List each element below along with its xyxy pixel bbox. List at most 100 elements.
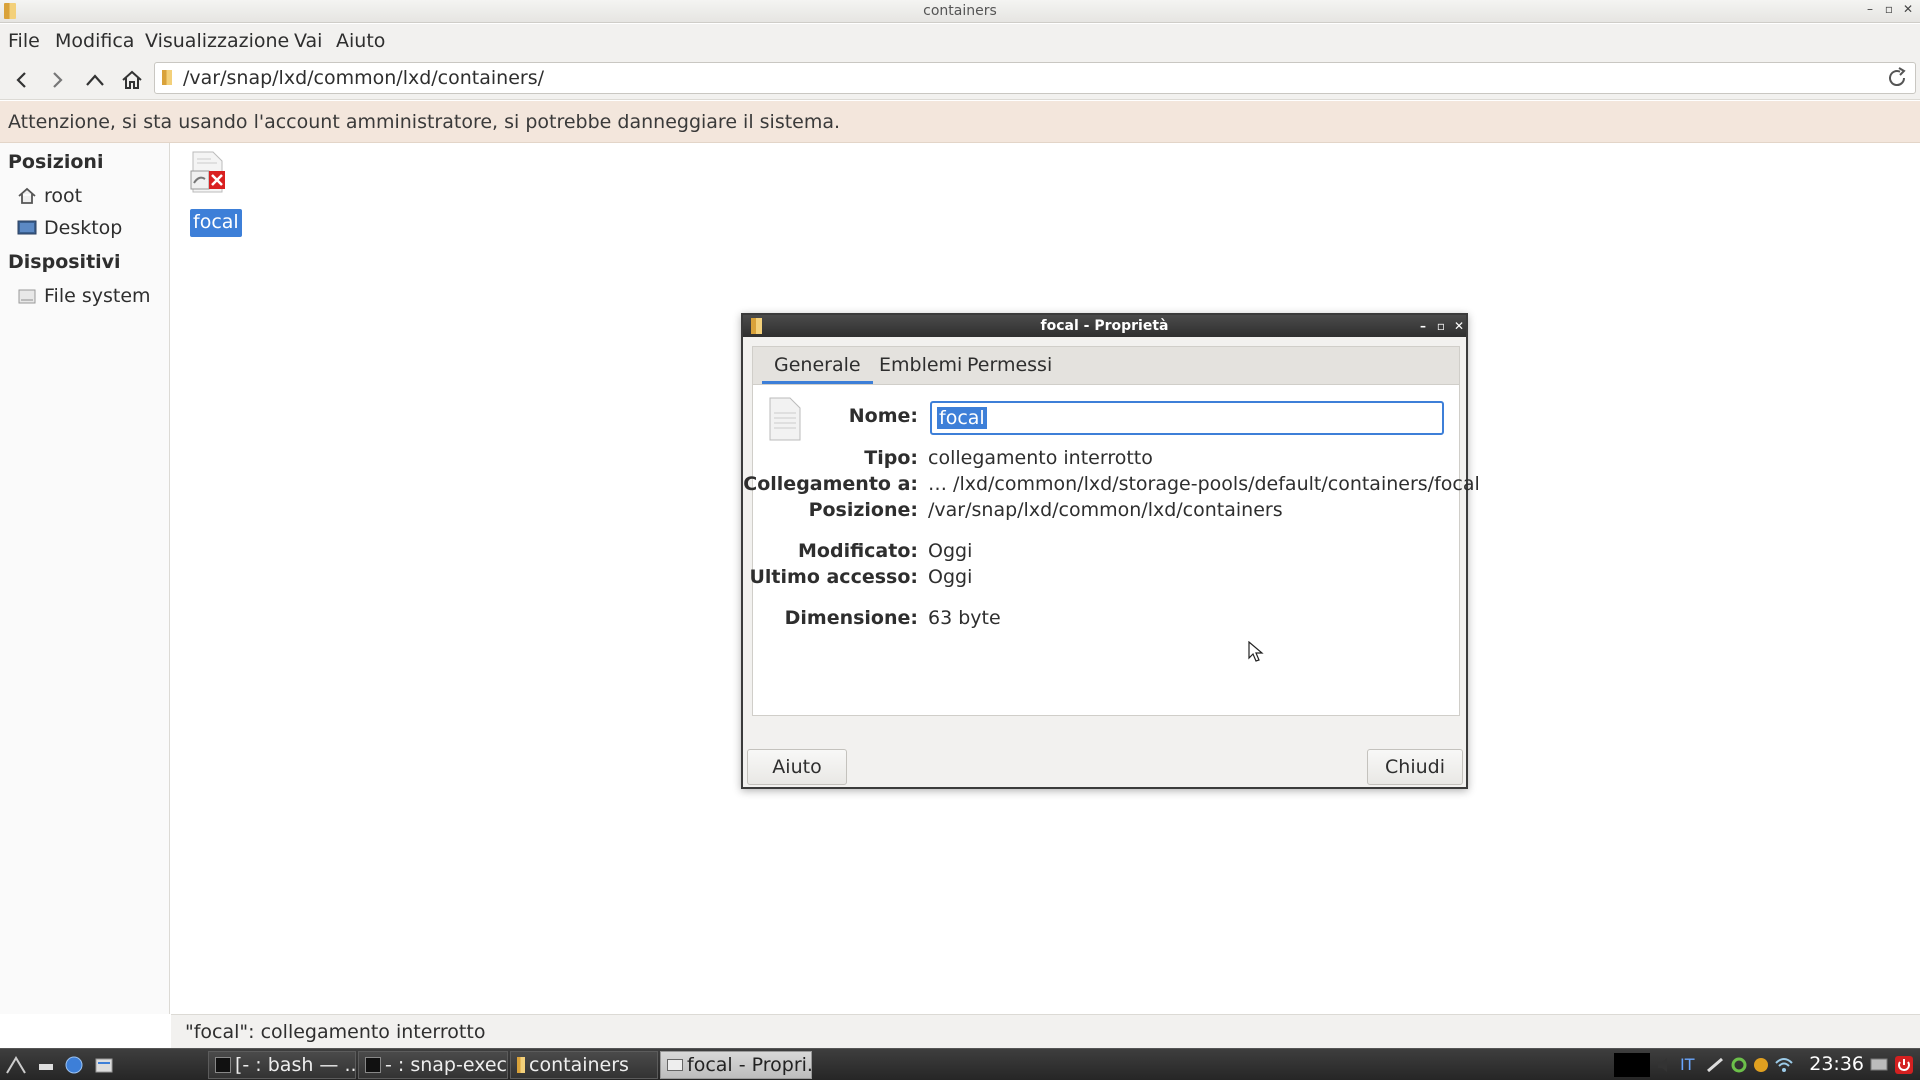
dialog-titlebar: focal - Proprietà – ▫ ✕ — [743, 315, 1466, 337]
show-desktop-icon[interactable] — [36, 1056, 56, 1074]
location-label: Posizione: — [808, 499, 918, 521]
sidebar-places-header: Posizioni — [8, 151, 104, 173]
close-icon[interactable]: ✕ — [1900, 2, 1916, 16]
back-button[interactable] — [8, 66, 36, 94]
chevron-left-icon — [16, 72, 26, 88]
clock[interactable]: 23:36 — [1809, 1053, 1864, 1075]
task-label: - : snap-exec... — [385, 1054, 507, 1076]
drive-icon — [16, 285, 38, 307]
task-label: containers — [529, 1054, 629, 1076]
menu-file[interactable]: File — [8, 30, 40, 52]
reload-icon[interactable] — [1885, 66, 1909, 90]
type-label: Tipo: — [864, 447, 918, 469]
folder-icon — [751, 318, 762, 334]
task-label: [- : bash — ... — [235, 1054, 356, 1076]
location-bar[interactable]: /var/snap/lxd/common/lxd/containers/ — [154, 62, 1916, 94]
window-titlebar: containers – ▫ ✕ — [0, 0, 1920, 23]
minimize-icon[interactable]: – — [1416, 315, 1430, 337]
link-target-value: … /lxd/common/lxd/storage-pools/default/… — [928, 473, 1480, 495]
sync-icon[interactable] — [1730, 1055, 1748, 1075]
link-target-label: Collegamento a: — [743, 473, 918, 495]
chevron-up-icon — [86, 74, 104, 86]
last-access-value: Oggi — [928, 566, 973, 588]
app-menu-icon[interactable] — [6, 1056, 26, 1074]
last-access-label: Ultimo accesso: — [749, 566, 918, 588]
keyboard-layout[interactable]: IT — [1680, 1055, 1695, 1075]
chevron-right-icon — [53, 72, 63, 88]
broken-link-icon — [190, 151, 225, 193]
file-manager-icon[interactable] — [94, 1056, 114, 1074]
cpu-monitor — [1614, 1053, 1650, 1077]
help-button[interactable]: Aiuto — [747, 749, 847, 785]
maximize-icon[interactable]: ▫ — [1434, 315, 1448, 337]
status-text: "focal": collegamento interrotto — [185, 1021, 486, 1043]
tab-generale[interactable]: Generale — [762, 354, 873, 384]
display-icon[interactable] — [1870, 1055, 1888, 1075]
task-label: focal - Propri... — [687, 1054, 812, 1076]
task-bash[interactable]: [- : bash — ... — [208, 1051, 356, 1079]
dialog-title: focal - Proprietà — [1040, 318, 1169, 334]
window-title: containers — [923, 3, 997, 19]
location-value: /var/snap/lxd/common/lxd/containers — [928, 499, 1283, 521]
sidebar-item-root[interactable]: root — [16, 183, 82, 209]
sidebar-item-label: root — [44, 185, 83, 207]
type-value: collegamento interrotto — [928, 447, 1153, 469]
dialog-icon — [667, 1059, 683, 1071]
modified-label: Modificato: — [798, 540, 918, 562]
mouse-cursor-icon — [1248, 641, 1264, 662]
updates-icon[interactable] — [1752, 1055, 1770, 1075]
properties-dialog: focal - Proprietà – ▫ ✕ Generale Emblemi… — [741, 313, 1480, 789]
size-label: Dimensione: — [784, 607, 918, 629]
name-label: Nome: — [848, 405, 918, 427]
menu-modifica[interactable]: Modifica — [55, 30, 134, 52]
name-field[interactable]: focal — [930, 401, 1444, 435]
web-browser-icon[interactable] — [64, 1056, 84, 1074]
home-icon — [122, 70, 142, 89]
maximize-icon[interactable]: ▫ — [1881, 2, 1897, 16]
task-containers[interactable]: containers — [510, 1051, 658, 1079]
forward-button[interactable] — [43, 66, 71, 94]
desktop-icon — [16, 217, 38, 239]
power-icon[interactable] — [1894, 1055, 1914, 1075]
network-icon[interactable] — [1706, 1055, 1724, 1075]
close-icon[interactable]: ✕ — [1452, 315, 1466, 337]
sidebar: Posizioni root Desktop Dispositivi File … — [0, 143, 170, 1014]
tab-permessi[interactable]: Permessi — [967, 354, 1052, 376]
modified-value: Oggi — [928, 540, 973, 562]
status-bar: "focal": collegamento interrotto — [171, 1014, 1920, 1048]
sidebar-item-label: Desktop — [44, 217, 123, 239]
task-snap-exec[interactable]: - : snap-exec... — [358, 1051, 508, 1079]
sidebar-item-filesystem[interactable]: File system — [16, 283, 151, 309]
menu-vai[interactable]: Vai — [294, 30, 322, 52]
up-button[interactable] — [81, 66, 109, 94]
navigation-bar: /var/snap/lxd/common/lxd/containers/ — [0, 58, 1920, 100]
terminal-icon — [365, 1057, 381, 1073]
location-path[interactable]: /var/snap/lxd/common/lxd/containers/ — [183, 67, 544, 89]
folder-icon — [517, 1057, 525, 1073]
close-button[interactable]: Chiudi — [1367, 749, 1463, 785]
file-item-name[interactable]: focal — [190, 209, 242, 237]
admin-warning-banner: Attenzione, si sta usando l'account ammi… — [0, 101, 1920, 143]
admin-warning-text: Attenzione, si sta usando l'account ammi… — [8, 111, 841, 133]
size-value: 63 byte — [928, 607, 1001, 629]
taskbar: [- : bash — ... - : snap-exec... contain… — [0, 1048, 1920, 1080]
sidebar-item-label: File system — [44, 285, 151, 307]
dialog-content: Nome: focal Tipo: collegamento interrott… — [743, 384, 1480, 716]
home-icon — [16, 185, 38, 207]
home-button[interactable] — [118, 66, 146, 94]
dialog-tabs: Generale Emblemi Permessi — [752, 346, 1460, 384]
task-focal-properties[interactable]: focal - Propri... — [660, 1051, 812, 1079]
folder-icon — [162, 70, 172, 85]
minimize-icon[interactable]: – — [1862, 2, 1878, 16]
menu-aiuto[interactable]: Aiuto — [336, 30, 385, 52]
sidebar-devices-header: Dispositivi — [8, 251, 121, 273]
file-icon — [769, 397, 801, 441]
terminal-icon — [215, 1057, 231, 1073]
name-field-value[interactable]: focal — [937, 407, 987, 429]
menu-bar: File Modifica Visualizzazione Vai Aiuto — [0, 24, 1920, 58]
sidebar-item-desktop[interactable]: Desktop — [16, 215, 122, 241]
wifi-icon[interactable] — [1774, 1055, 1794, 1075]
tab-emblemi[interactable]: Emblemi — [879, 354, 962, 376]
volume-icon[interactable] — [1656, 1055, 1674, 1075]
menu-visualizzazione[interactable]: Visualizzazione — [145, 30, 289, 52]
